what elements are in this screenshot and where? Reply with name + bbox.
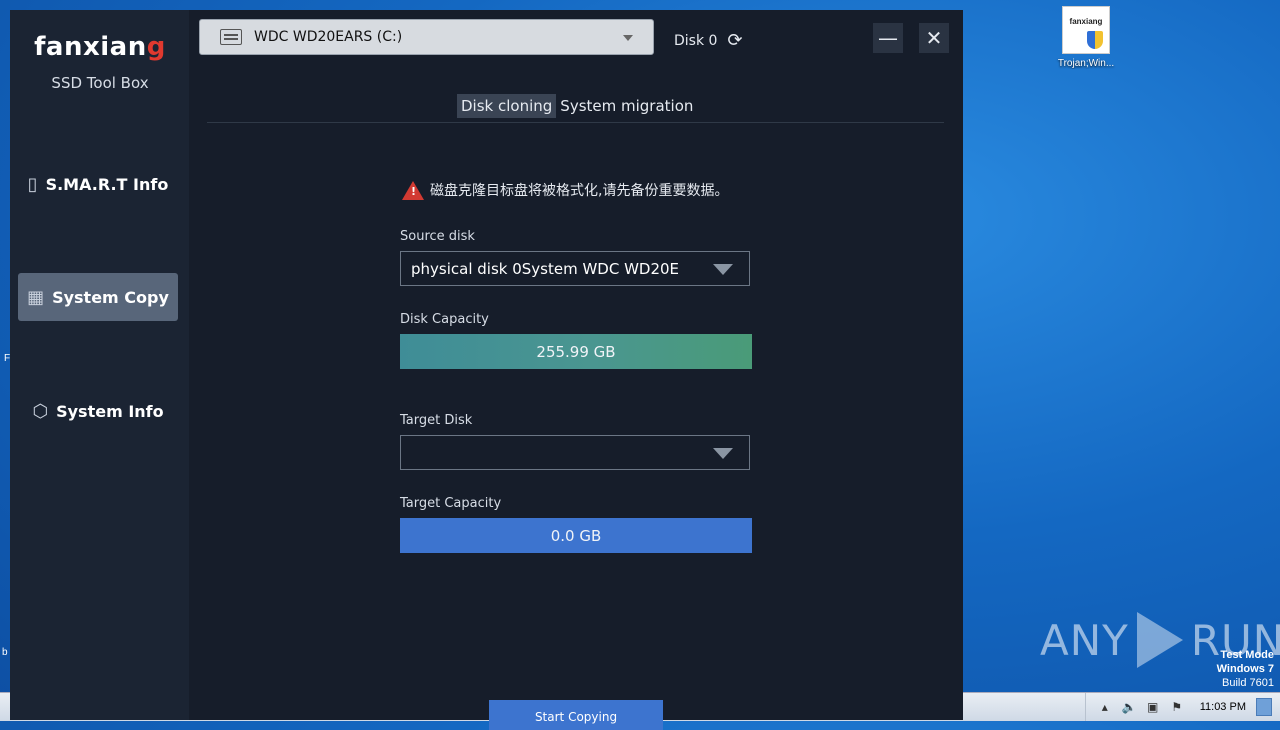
network-icon[interactable]: ▣ [1146, 700, 1160, 714]
tab-disk-cloning[interactable]: Disk cloning [457, 94, 557, 118]
disk-capacity-value: 255.99 GB [536, 342, 616, 361]
brand-logo: fanxiang [20, 32, 180, 62]
close-icon: ✕ [925, 26, 943, 50]
disk-info-icon: ▯ [27, 173, 38, 195]
offscreen-text-fragment: b [2, 647, 8, 658]
desktop-icon-trojan[interactable]: fanxiang Trojan;Win... [1050, 6, 1122, 69]
disk-capacity-bar: 255.99 GB [400, 334, 752, 369]
sidebar-item-system-copy[interactable]: ▦ System Copy [18, 273, 178, 321]
desktop-icon-label: Trojan;Win... [1057, 58, 1115, 69]
tab-bar: Disk cloning System migration [457, 94, 697, 118]
tab-divider [207, 122, 944, 123]
source-disk-label: Source disk [400, 229, 475, 244]
chevron-down-icon [713, 448, 733, 459]
logo: fanxiang SSD Tool Box [20, 32, 180, 92]
play-icon [1136, 612, 1183, 668]
target-capacity-label: Target Capacity [400, 496, 502, 511]
chevron-down-icon [713, 264, 733, 275]
windows-version-line: Windows 7 [1216, 663, 1274, 675]
sidebar-item-label: S.MA.R.T Info [45, 174, 169, 194]
action-center-flag-icon[interactable]: ⚑ [1170, 700, 1184, 714]
source-disk-dropdown[interactable]: physical disk 0System WDC WD20E [400, 251, 750, 286]
minimize-button[interactable]: — [873, 23, 903, 53]
sidebar-item-label: System Copy [52, 287, 169, 307]
tab-system-migration[interactable]: System migration [556, 94, 697, 118]
ssd-toolbox-window: fanxiang SSD Tool Box ▯ S.MA.R.T Info ▦ … [10, 10, 963, 730]
minimize-icon: — [878, 26, 898, 50]
disk-selector-value: WDC WD20EARS (C:) [254, 29, 403, 45]
format-warning: 磁盘克隆目标盘将被格式化,请先备份重要数据。 [402, 180, 728, 200]
hexagon-icon: ⬡ [32, 400, 49, 422]
watermark-any: ANY [1040, 615, 1129, 665]
show-desktop-icon[interactable] [1256, 698, 1272, 716]
brand-text-accent: g [146, 32, 166, 62]
disk-number-indicator: Disk 0 ⟳ [674, 30, 743, 51]
sidebar-item-label: System Info [56, 401, 164, 421]
refresh-icon[interactable]: ⟳ [727, 30, 742, 51]
disk-number: Disk 0 [674, 32, 718, 49]
sidebar-item-system-info[interactable]: ⬡ System Info [18, 387, 178, 435]
app-subtitle: SSD Tool Box [51, 74, 149, 92]
target-capacity-bar: 0.0 GB [400, 518, 752, 553]
disk-selector-dropdown[interactable]: WDC WD20EARS (C:) [199, 19, 654, 55]
disk-capacity-label: Disk Capacity [400, 312, 489, 327]
target-capacity-value: 0.0 GB [550, 526, 602, 545]
sidebar: fanxiang SSD Tool Box ▯ S.MA.R.T Info ▦ … [10, 10, 189, 720]
warning-icon [402, 180, 424, 200]
test-mode-line: Test Mode [1220, 649, 1274, 661]
chart-copy-icon: ▦ [27, 286, 45, 308]
build-line: Build 7601 [1222, 677, 1274, 689]
brand-text: fanxian [34, 32, 147, 62]
uac-shield-icon [1087, 31, 1103, 49]
volume-icon[interactable]: 🔈 [1122, 700, 1137, 714]
shortcut-brand-text: fanxiang [1069, 17, 1103, 26]
close-button[interactable]: ✕ [919, 23, 949, 53]
chevron-down-icon [623, 35, 633, 41]
tray-arrow-icon[interactable]: ▴ [1098, 700, 1112, 714]
target-disk-label: Target Disk [400, 413, 473, 428]
app-shortcut-icon: fanxiang [1062, 6, 1110, 54]
target-disk-dropdown[interactable] [400, 435, 750, 470]
taskbar-clock[interactable]: 11:03 PM [1200, 701, 1246, 713]
test-mode-notice: Test Mode Windows 7 Build 7601 [1217, 648, 1274, 690]
sidebar-item-smart-info[interactable]: ▯ S.MA.R.T Info [18, 160, 178, 208]
start-copying-button[interactable]: Start Copying [489, 700, 663, 730]
system-tray: ▴ 🔈 ▣ ⚑ 11:03 PM [1084, 693, 1280, 721]
hard-drive-icon [220, 29, 242, 45]
main-panel: WDC WD20EARS (C:) Disk 0 ⟳ — ✕ Disk clon… [189, 10, 963, 730]
warning-text: 磁盘克隆目标盘将被格式化,请先备份重要数据。 [430, 183, 729, 199]
source-disk-value: physical disk 0System WDC WD20E [411, 259, 680, 278]
